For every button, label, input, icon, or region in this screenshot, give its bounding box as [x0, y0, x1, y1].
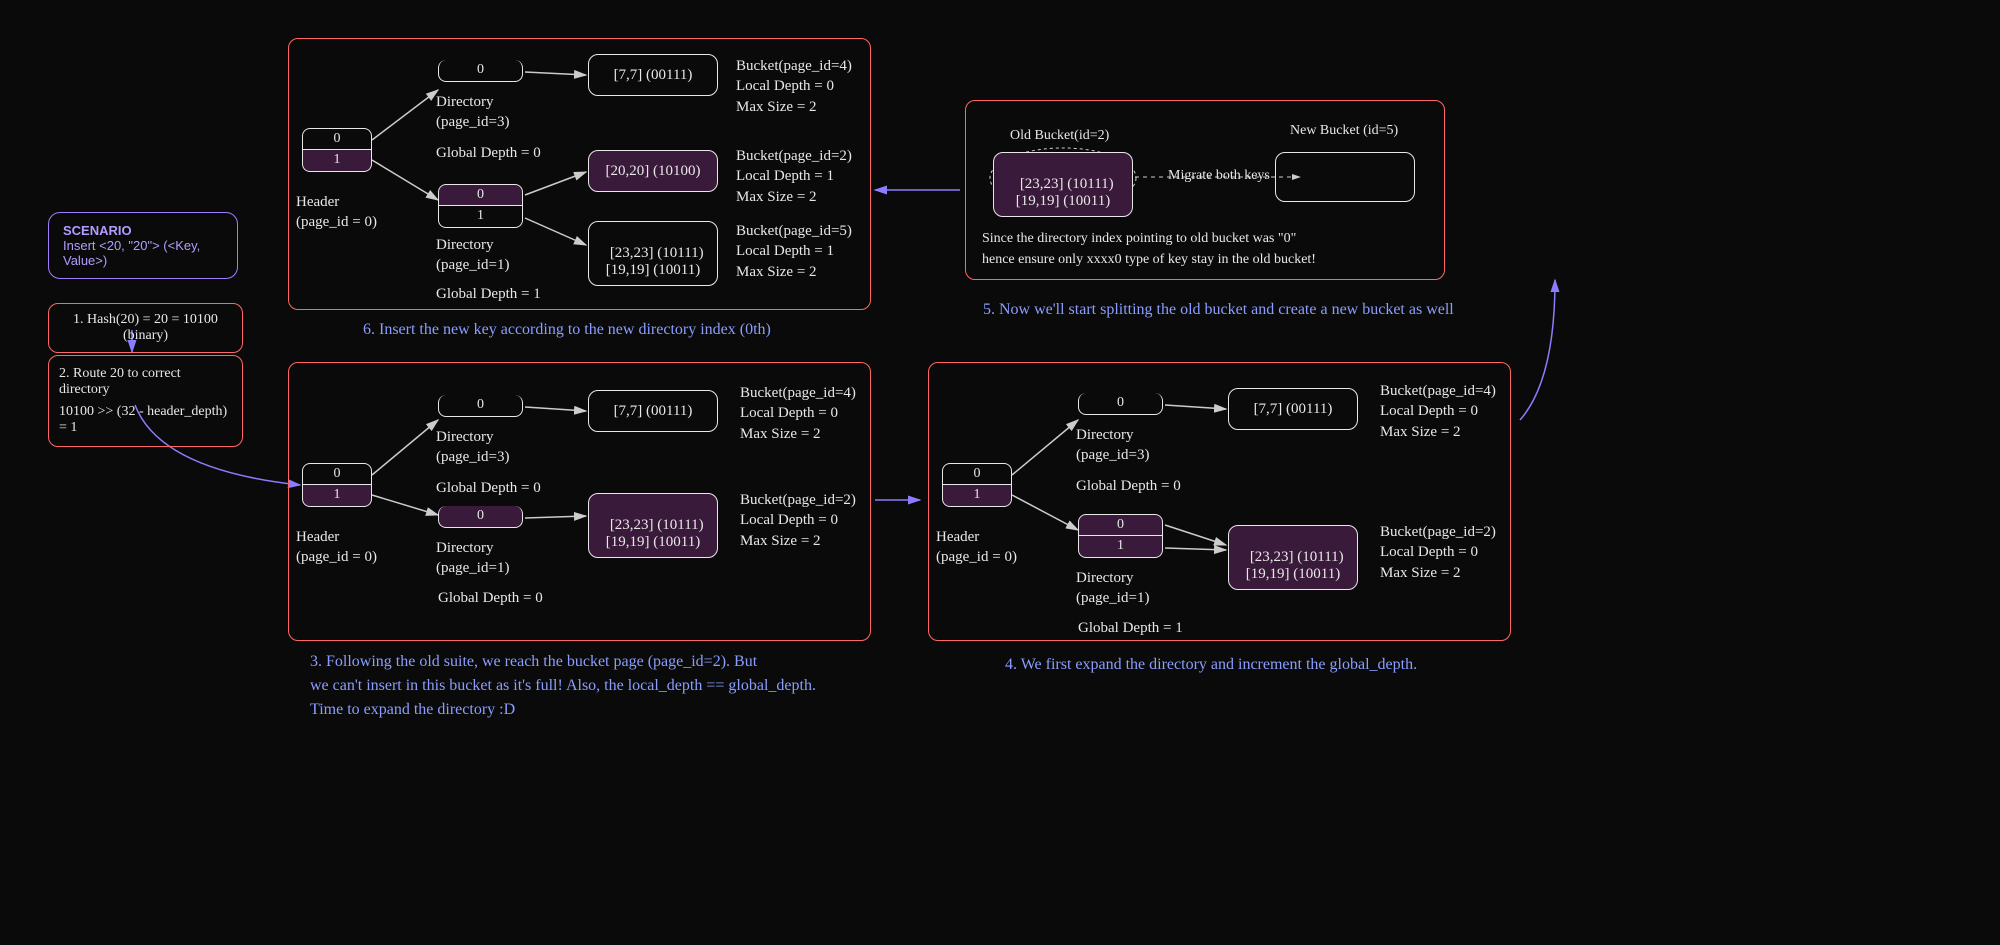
step2-line1: 2. Route 20 to correct directory: [59, 366, 232, 398]
p4-dir1-gd: Global Depth = 1: [1078, 618, 1183, 638]
p6-bucket5-items: [23,23] (10111) [19,19] (10011): [606, 245, 704, 278]
p6-header: 0 1: [302, 128, 372, 172]
p6-bucket4-meta: Bucket(page_id=4) Local Depth = 0 Max Si…: [736, 56, 852, 117]
p4-header-r0: 0: [942, 463, 1012, 485]
p6-header-r1: 1: [302, 150, 372, 172]
p3-dir3-gd: Global Depth = 0: [436, 478, 541, 498]
p5-new-bucket: [1275, 152, 1415, 202]
p4-dir1-r0: 0: [1078, 514, 1163, 536]
caption-3: 3. Following the old suite, we reach the…: [310, 650, 816, 722]
caption-6: 6. Insert the new key according to the n…: [363, 318, 771, 342]
p5-new-label: New Bucket (id=5): [1290, 123, 1398, 139]
p3-dir3-r0: 0: [438, 395, 523, 417]
p3-dir1-label: Directory (page_id=1): [436, 538, 509, 579]
caption-5: 5. Now we'll start splitting the old buc…: [983, 298, 1454, 322]
scenario-box: SCENARIO Insert <20, "20"> (<Key, Value>…: [48, 212, 238, 279]
p6-bucket2: [20,20] (10100): [588, 150, 718, 192]
p6-header-label: Header (page_id = 0): [296, 192, 377, 233]
p4-dir3-label: Directory (page_id=3): [1076, 425, 1149, 466]
p6-bucket5: [23,23] (10111) [19,19] (10011): [588, 221, 718, 286]
scenario-title: SCENARIO: [63, 223, 223, 238]
p4-bucket2-meta: Bucket(page_id=2) Local Depth = 0 Max Si…: [1380, 522, 1496, 583]
p4-dir3-r0: 0: [1078, 393, 1163, 415]
p5-old-bucket: [23,23] (10111) [19,19] (10011): [993, 152, 1133, 217]
p4-bucket2: [23,23] (10111) [19,19] (10011): [1228, 525, 1358, 590]
scenario-text: Insert <20, "20"> (<Key, Value>): [63, 238, 223, 268]
p3-bucket4: [7,7] (00111): [588, 390, 718, 432]
p6-dir1-r1: 1: [438, 206, 523, 228]
p4-bucket4-items: [7,7] (00111): [1254, 401, 1333, 417]
p3-bucket4-items: [7,7] (00111): [614, 403, 693, 419]
p3-dir3-label: Directory (page_id=3): [436, 427, 509, 468]
p3-dir3: 0: [438, 395, 523, 417]
p4-dir1: 0 1: [1078, 514, 1163, 558]
p6-dir1-r0: 0: [438, 184, 523, 206]
p3-bucket2-meta: Bucket(page_id=2) Local Depth = 0 Max Si…: [740, 490, 856, 551]
p3-header-label: Header (page_id = 0): [296, 527, 377, 568]
p6-bucket5-meta: Bucket(page_id=5) Local Depth = 1 Max Si…: [736, 221, 852, 282]
step2-box: 2. Route 20 to correct directory 10100 >…: [48, 355, 243, 447]
p5-note: Since the directory index pointing to ol…: [982, 228, 1316, 270]
p3-dir1-r0: 0: [438, 506, 523, 528]
p4-dir3: 0: [1078, 393, 1163, 415]
p4-header-r1: 1: [942, 485, 1012, 507]
p3-dir1-gd: Global Depth = 0: [438, 588, 543, 608]
p5-migrate: Migrate both keys: [1168, 168, 1270, 184]
p4-bucket4: [7,7] (00111): [1228, 388, 1358, 430]
p3-dir1: 0: [438, 506, 523, 528]
p3-bucket4-meta: Bucket(page_id=4) Local Depth = 0 Max Si…: [740, 383, 856, 444]
p6-dir1-label: Directory (page_id=1): [436, 235, 509, 276]
p6-dir3-label: Directory (page_id=3): [436, 92, 509, 133]
p6-bucket4-items: [7,7] (00111): [614, 67, 693, 83]
p4-bucket4-meta: Bucket(page_id=4) Local Depth = 0 Max Si…: [1380, 381, 1496, 442]
p4-header: 0 1: [942, 463, 1012, 507]
step2-line2: 10100 >> (32 - header_depth) = 1: [59, 404, 232, 436]
p3-header-r1: 1: [302, 485, 372, 507]
p6-header-r0: 0: [302, 128, 372, 150]
caption-4: 4. We first expand the directory and inc…: [1005, 653, 1417, 677]
p6-dir1: 0 1: [438, 184, 523, 228]
p6-bucket2-meta: Bucket(page_id=2) Local Depth = 1 Max Si…: [736, 146, 852, 207]
p6-dir3-r0: 0: [438, 60, 523, 82]
p3-header-r0: 0: [302, 463, 372, 485]
p5-old-label: Old Bucket(id=2): [1010, 128, 1109, 144]
p4-bucket2-items: [23,23] (10111) [19,19] (10011): [1246, 549, 1344, 582]
p3-bucket2-items: [23,23] (10111) [19,19] (10011): [606, 517, 704, 550]
p6-bucket4: [7,7] (00111): [588, 54, 718, 96]
p6-dir1-gd: Global Depth = 1: [436, 284, 541, 304]
p3-bucket2: [23,23] (10111) [19,19] (10011): [588, 493, 718, 558]
p4-header-label: Header (page_id = 0): [936, 527, 1017, 568]
step1-text: 1. Hash(20) = 20 = 10100 (binary): [73, 312, 218, 343]
p4-dir3-gd: Global Depth = 0: [1076, 476, 1181, 496]
p6-bucket2-items: [20,20] (10100): [606, 163, 701, 179]
p4-dir1-r1: 1: [1078, 536, 1163, 558]
p4-dir1-label: Directory (page_id=1): [1076, 568, 1149, 609]
p6-dir3-gd: Global Depth = 0: [436, 143, 541, 163]
p6-dir3: 0: [438, 60, 523, 82]
step1-box: 1. Hash(20) = 20 = 10100 (binary): [48, 303, 243, 353]
p3-header: 0 1: [302, 463, 372, 507]
p5-old-items: [23,23] (10111) [19,19] (10011): [1016, 176, 1114, 209]
